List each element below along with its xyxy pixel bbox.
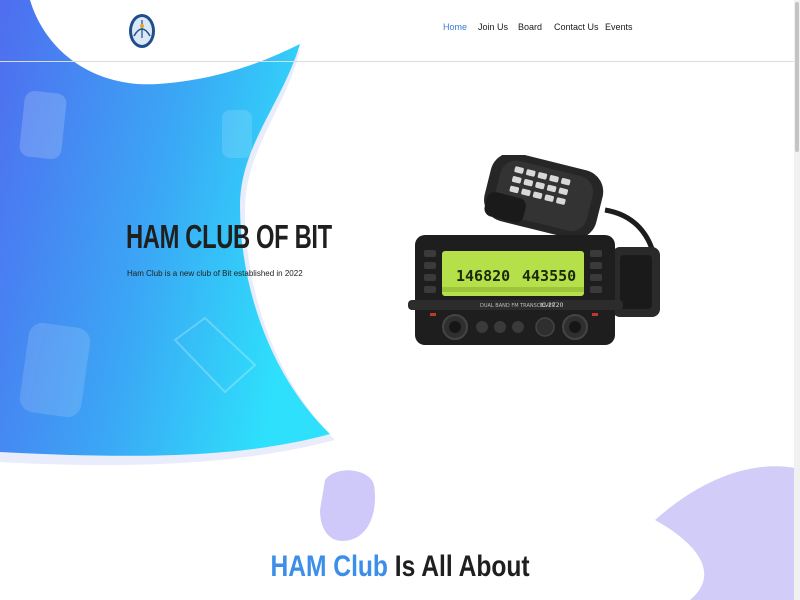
about-section-heading: HAM Club Is All About [0, 550, 800, 584]
scrollbar-thumb[interactable] [795, 2, 799, 152]
hero-subtitle: Ham Club is a new club of Bit establishe… [127, 269, 303, 278]
nav-home-link[interactable]: Home [443, 22, 467, 32]
radio-display-right: 443550 [522, 267, 576, 285]
nav-board-link[interactable]: Board [518, 22, 542, 32]
header-divider [0, 61, 800, 62]
radio-model-label: IC-2720 [540, 302, 564, 309]
transceiver-radio-image: 146820 443550 DUAL BAND FM TRANSCEIVER I… [408, 155, 660, 345]
page-scrollbar[interactable] [794, 0, 800, 600]
heading-accent-text: HAM Club [270, 550, 388, 583]
nav-events-link[interactable]: Events [605, 22, 633, 32]
radio-display-left: 146820 [456, 267, 510, 285]
hero-title: HAM CLUB OF BIT [126, 218, 332, 255]
nav-join-us-link[interactable]: Join Us [478, 22, 508, 32]
main-nav: Home Join Us Board Contact Us Events [0, 22, 800, 40]
heading-rest-text: Is All About [387, 550, 530, 583]
nav-contact-us-link[interactable]: Contact Us [554, 22, 599, 32]
